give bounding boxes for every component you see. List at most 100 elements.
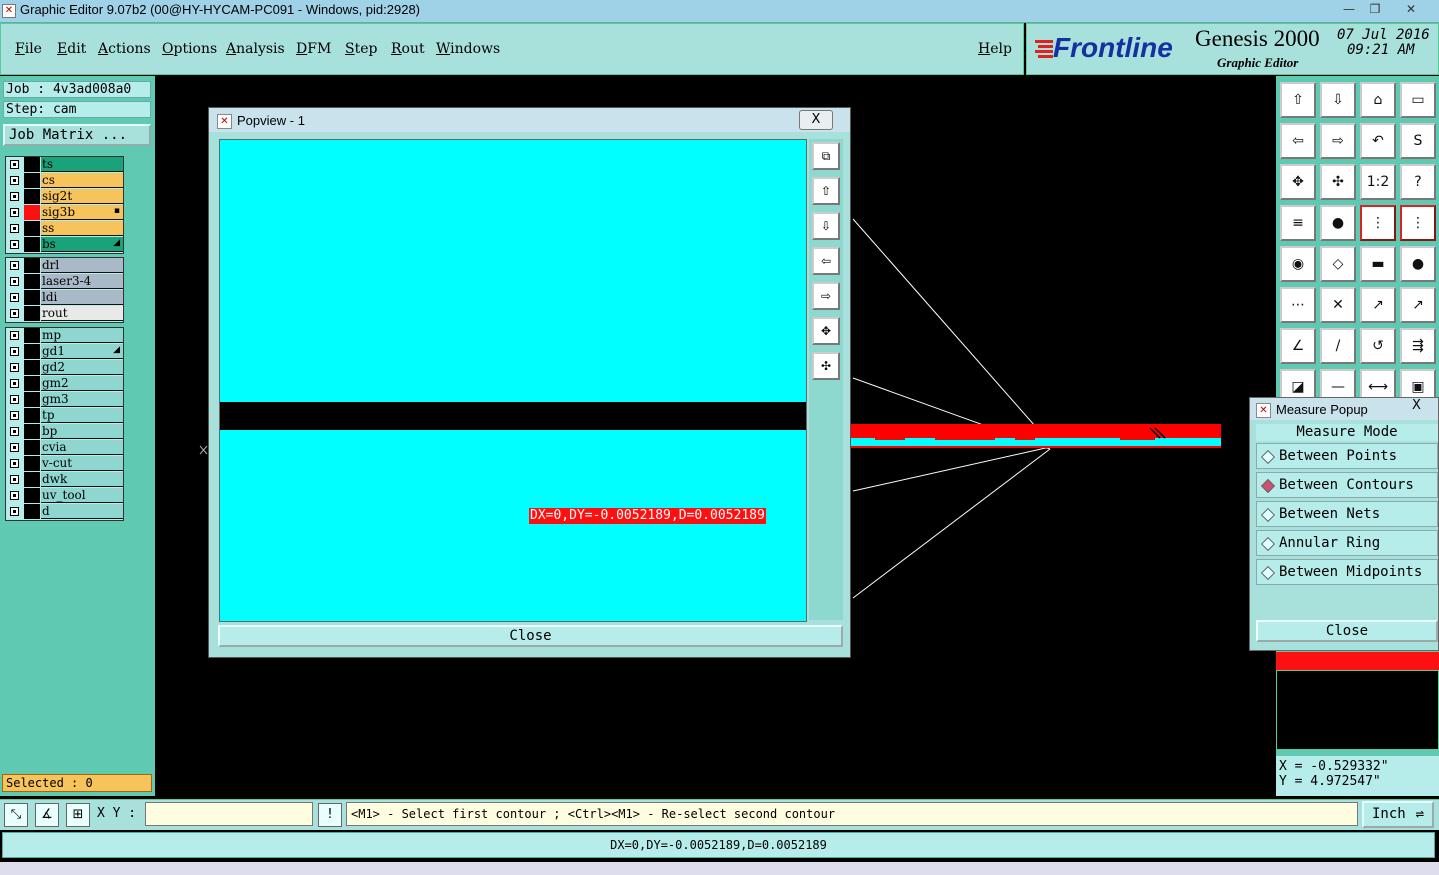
popview-pan-up-icon[interactable]: ⇧ [812,177,840,205]
zoom-fit-icon[interactable]: ✥ [1280,164,1316,200]
layer-color-chip[interactable] [24,205,40,220]
layer-name[interactable]: cs [41,173,123,188]
layer-checkbox[interactable] [10,363,19,372]
measure-close-button[interactable]: Close [1256,620,1438,642]
radio-diamond-icon[interactable] [1260,565,1276,581]
layer-checkbox[interactable] [10,427,19,436]
popview-pan-right-icon[interactable]: ⇨ [812,282,840,310]
layer-row[interactable]: gm2 [6,376,123,392]
layer-name[interactable]: rout [41,306,123,321]
layer-checkbox[interactable] [10,491,19,500]
layer-name[interactable]: bp [41,424,123,439]
app-icon[interactable]: ✕ [2,4,16,18]
layer-checkbox[interactable] [10,176,19,185]
layer-color-chip[interactable] [24,290,40,305]
layer-row[interactable]: d [6,504,123,520]
layer-color-chip[interactable] [24,173,40,188]
connect-icon[interactable]: ⋯ [1280,287,1316,323]
layer-name[interactable]: gd1 [41,344,123,359]
dot-icon[interactable]: ● [1400,246,1436,282]
popview-close-icon[interactable]: X [799,110,833,130]
menu-actions[interactable]: Actions [98,41,151,57]
radio-diamond-icon[interactable] [1260,449,1276,465]
pan-down-icon[interactable]: ⇩ [1320,82,1356,118]
layer-row[interactable]: rout [6,306,123,322]
close-icon[interactable]: ✕ [1398,1,1424,18]
layer-checkbox[interactable] [10,443,19,452]
layer-row[interactable]: sig3b ▪ [6,205,123,221]
layer-checkbox[interactable] [10,224,19,233]
radio-diamond-icon[interactable] [1260,478,1276,494]
ruler-icon[interactable]: ▬ [1360,246,1396,282]
layer-checkbox[interactable] [10,309,19,318]
layer-name[interactable]: drl [41,258,123,273]
layer-name[interactable]: tp [41,408,123,423]
layer-checkbox[interactable] [10,208,19,217]
menu-windows[interactable]: Windows [436,41,500,57]
measure-option[interactable]: Annular Ring [1256,530,1438,556]
menu-file[interactable]: File [15,41,42,57]
layer-row[interactable]: ldi [6,290,123,306]
home-icon[interactable]: ⌂ [1360,82,1396,118]
net-icon[interactable]: ⋮ [1360,205,1396,241]
layer-row[interactable]: cvia [6,440,123,456]
layer-color-chip[interactable] [24,392,40,407]
unit-selector[interactable]: Inch ⇌ [1362,801,1434,828]
layer-color-chip[interactable] [24,306,40,321]
layer-name[interactable]: cvia [41,440,123,455]
layer-color-chip[interactable] [24,221,40,236]
layer-name[interactable]: bs [41,237,123,252]
layer-checkbox[interactable] [10,379,19,388]
point-icon[interactable]: ↗ [1400,287,1436,323]
layer-checkbox[interactable] [10,261,19,270]
layer-color-chip[interactable] [24,504,40,519]
layer-row[interactable]: bs ◢ [6,237,123,253]
measure-option[interactable]: Between Points [1256,443,1438,469]
shape-icon[interactable]: ◇ [1320,246,1356,282]
layer-color-chip[interactable] [24,472,40,487]
layer-checkbox[interactable] [10,475,19,484]
layer-color-chip[interactable] [24,328,40,343]
pan-up-icon[interactable]: ⇧ [1280,82,1316,118]
popview-canvas[interactable]: DX=0,DY=-0.0052189,D=0.0052189 [219,139,807,622]
layer-checkbox[interactable] [10,507,19,516]
arc-icon[interactable]: ↺ [1360,328,1396,364]
layer-color-chip[interactable] [24,424,40,439]
move-icon[interactable]: ↗ [1360,287,1396,323]
probe-icon[interactable]: ● [1320,205,1356,241]
layer-row[interactable]: ss [6,221,123,237]
layer-color-chip[interactable] [24,258,40,273]
layer-name[interactable]: dwk [41,472,123,487]
radio-diamond-icon[interactable] [1260,536,1276,552]
measure-option[interactable]: Between Nets [1256,501,1438,527]
window-icon[interactable]: ▭ [1400,82,1436,118]
layer-name[interactable]: gm2 [41,376,123,391]
cross-icon[interactable]: ✕ [1320,287,1356,323]
menu-dfm[interactable]: DFM [296,41,331,57]
xy-input[interactable] [145,802,313,826]
layer-color-chip[interactable] [24,408,40,423]
layer-checkbox[interactable] [10,240,19,249]
layer-checkbox[interactable] [10,347,19,356]
popview-zoom-window-icon[interactable]: ⧉ [812,142,840,170]
layer-checkbox[interactable] [10,192,19,201]
layer-color-chip[interactable] [24,376,40,391]
net-select-icon[interactable]: ⋮ [1400,205,1436,241]
measure-close-icon[interactable]: X [1412,398,1421,413]
layer-color-chip[interactable] [24,456,40,471]
layer-name[interactable]: sig2t [41,189,123,204]
redraw-icon[interactable]: S [1400,123,1436,159]
layer-color-chip[interactable] [24,440,40,455]
layer-row[interactable]: mp [6,328,123,344]
layer-color-chip[interactable] [24,360,40,375]
help-icon[interactable]: ? [1400,164,1436,200]
resize-icon[interactable]: ⟷ [1360,369,1396,399]
radio-diamond-icon[interactable] [1260,507,1276,523]
popview-zoom-fit-icon[interactable]: ✥ [812,317,840,345]
layer-row[interactable]: gd2 [6,360,123,376]
maximize-icon[interactable]: ❐ [1362,1,1388,18]
pad-icon[interactable]: ◉ [1280,246,1316,282]
snap-mode-icon[interactable]: ⤡ [4,803,28,827]
layer-checkbox[interactable] [10,411,19,420]
popview-close-button[interactable]: Close [218,625,843,647]
